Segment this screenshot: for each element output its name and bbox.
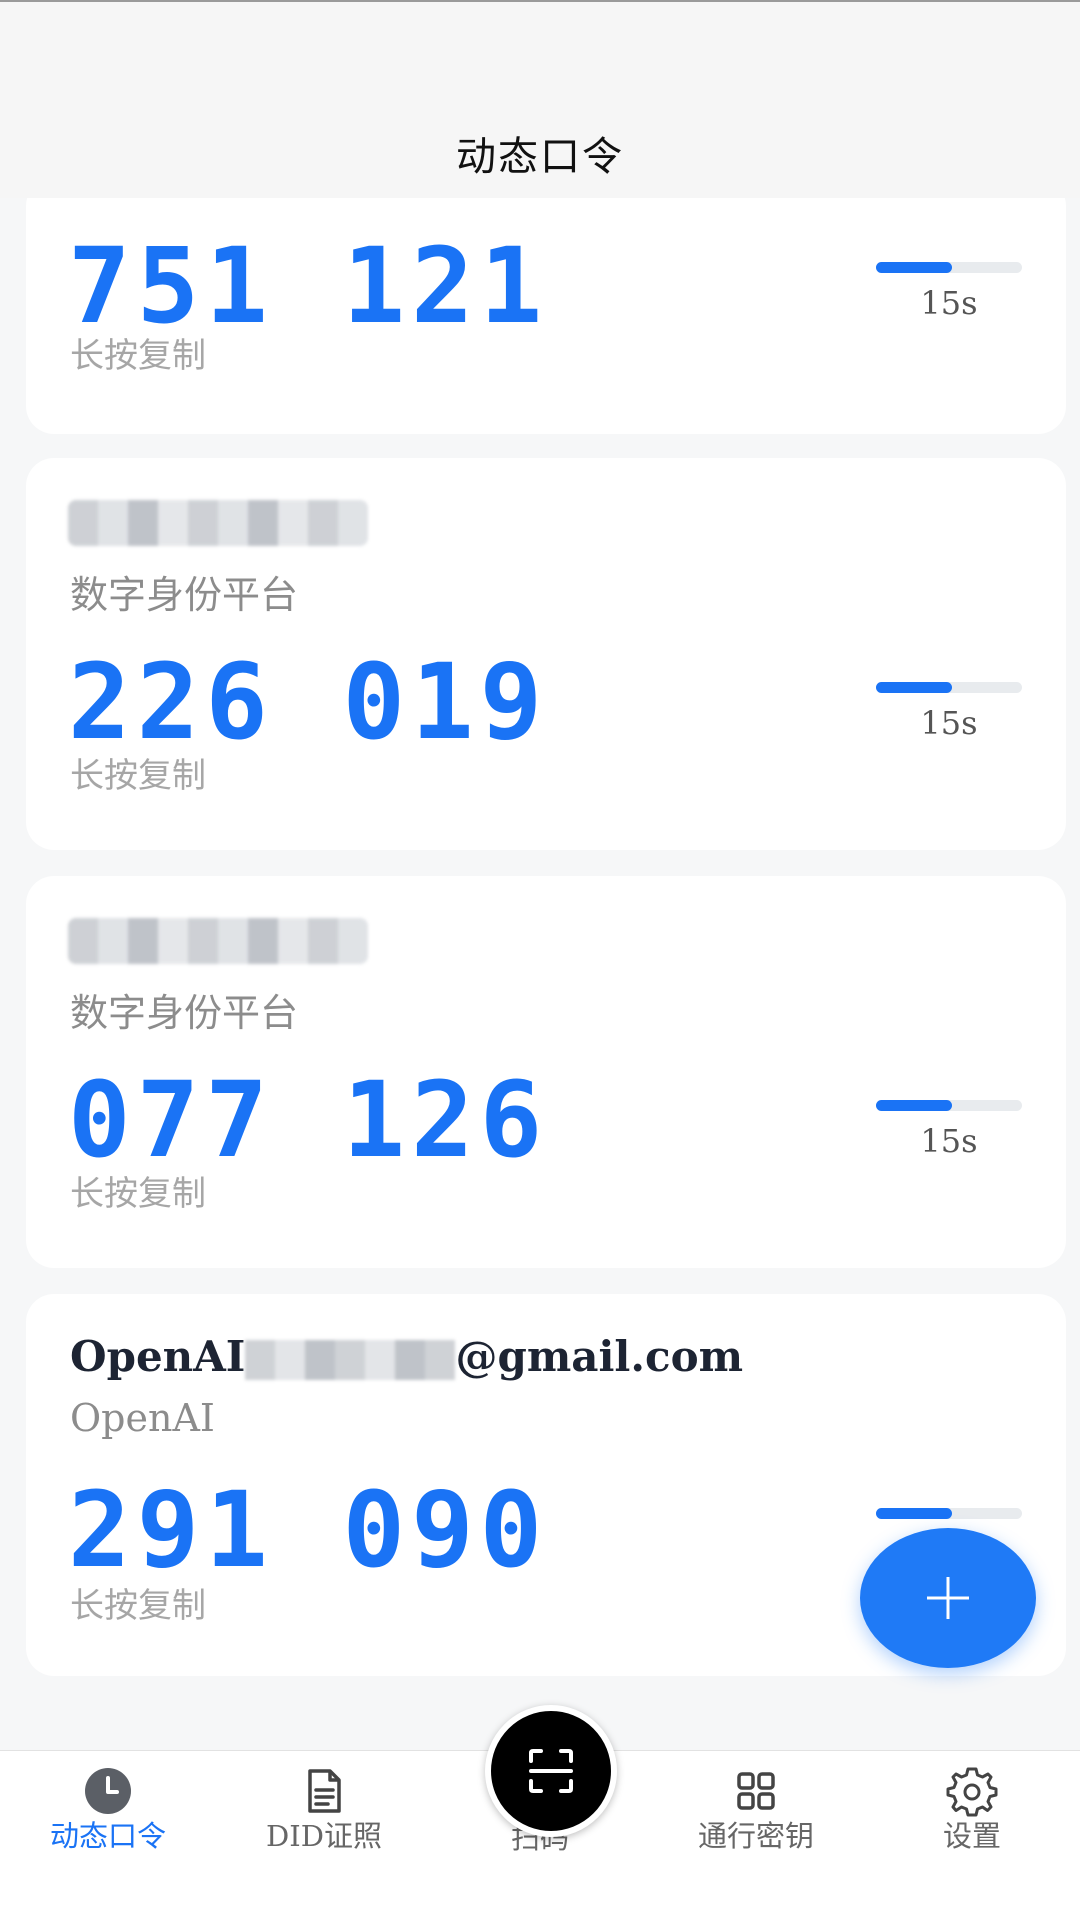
plus-icon bbox=[927, 1577, 969, 1619]
scan-button[interactable] bbox=[485, 1705, 617, 1837]
account-prefix: OpenAI bbox=[70, 1332, 246, 1381]
token-list[interactable]: 751 121 长按复制 15s 数字身份平台 226 019 长按复制 15s… bbox=[0, 198, 1080, 1750]
otp-code[interactable]: 751 121 bbox=[68, 234, 548, 338]
countdown-bar bbox=[876, 262, 1022, 273]
countdown-label: 15s bbox=[920, 284, 978, 322]
countdown-fill bbox=[876, 262, 952, 273]
countdown-label: 15s bbox=[920, 1122, 978, 1160]
account-suffix: @gmail.com bbox=[455, 1332, 744, 1381]
redacted-account bbox=[68, 918, 368, 964]
scan-icon bbox=[529, 1749, 573, 1793]
account-name: OpenAI @gmail.com bbox=[70, 1332, 743, 1381]
redacted-account bbox=[68, 500, 368, 546]
nav-item-passkey[interactable]: 通行密钥 bbox=[648, 1751, 864, 1881]
nav-item-settings[interactable]: 设置 bbox=[864, 1751, 1080, 1881]
document-icon bbox=[308, 1769, 341, 1813]
nav-item-did[interactable]: DID证照 bbox=[216, 1751, 432, 1881]
issuer-name: OpenAI bbox=[70, 1396, 215, 1440]
otp-code[interactable]: 077 126 bbox=[68, 1068, 548, 1172]
token-card[interactable]: 751 121 长按复制 15s bbox=[26, 198, 1066, 434]
nav-label: 通行密钥 bbox=[697, 1819, 814, 1853]
countdown-fill bbox=[876, 682, 952, 693]
otp-code[interactable]: 291 090 bbox=[68, 1478, 548, 1582]
nav-label: 设置 bbox=[942, 1819, 1001, 1853]
countdown-label: 15s bbox=[920, 704, 978, 742]
issuer-name: 数字身份平台 bbox=[70, 991, 299, 1035]
copy-hint: 长按复制 bbox=[70, 1586, 206, 1626]
countdown-fill bbox=[876, 1100, 952, 1111]
countdown-bar bbox=[876, 1508, 1022, 1519]
copy-hint: 长按复制 bbox=[70, 336, 206, 376]
token-card[interactable]: 数字身份平台 226 019 长按复制 15s bbox=[26, 458, 1066, 850]
countdown-bar bbox=[876, 1100, 1022, 1111]
nav-label: DID证照 bbox=[266, 1819, 382, 1853]
gear-icon bbox=[946, 1767, 998, 1817]
otp-code[interactable]: 226 019 bbox=[68, 650, 548, 754]
app-screen: 动态口令 751 121 长按复制 15s 数字身份平台 226 019 长按复… bbox=[0, 0, 1080, 1920]
page-title: 动态口令 bbox=[456, 134, 624, 180]
nav-label: 动态口令 bbox=[49, 1819, 166, 1853]
clock-icon bbox=[85, 1768, 131, 1814]
add-token-button[interactable] bbox=[860, 1528, 1036, 1668]
copy-hint: 长按复制 bbox=[70, 756, 206, 796]
grid-icon bbox=[737, 1772, 775, 1810]
issuer-name: 数字身份平台 bbox=[70, 573, 299, 617]
countdown-bar bbox=[876, 682, 1022, 693]
nav-item-otp[interactable]: 动态口令 bbox=[0, 1751, 216, 1881]
countdown-fill bbox=[876, 1508, 952, 1519]
copy-hint: 长按复制 bbox=[70, 1174, 206, 1214]
top-bar: 动态口令 bbox=[0, 0, 1080, 198]
token-card[interactable]: 数字身份平台 077 126 长按复制 15s bbox=[26, 876, 1066, 1268]
redacted-account bbox=[245, 1340, 456, 1380]
